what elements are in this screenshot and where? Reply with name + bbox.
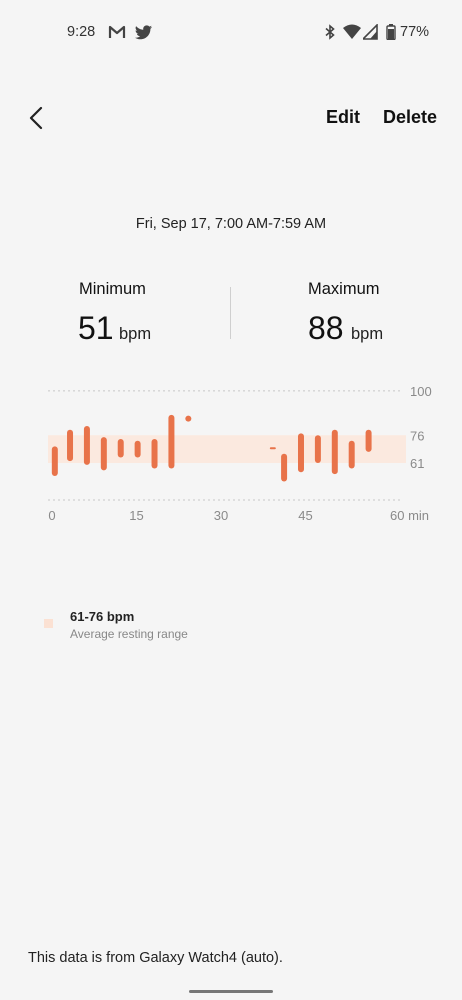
heart-rate-bar bbox=[281, 453, 288, 482]
heart-rate-bar bbox=[83, 426, 90, 465]
heart-rate-bar bbox=[314, 435, 321, 463]
heart-rate-bar bbox=[51, 446, 58, 476]
heart-rate-bar bbox=[67, 429, 74, 462]
x-tick-label: 15 bbox=[129, 508, 143, 523]
home-indicator[interactable] bbox=[189, 990, 273, 993]
minimum-label: Minimum bbox=[79, 280, 146, 298]
heart-rate-bar bbox=[331, 429, 338, 475]
heart-rate-bar bbox=[151, 438, 158, 469]
x-tick-label: 0 bbox=[48, 508, 55, 523]
signal-icon bbox=[363, 24, 378, 40]
heart-rate-bar bbox=[134, 440, 141, 458]
x-tick-label: 30 bbox=[214, 508, 228, 523]
top-bar: Edit Delete bbox=[0, 96, 462, 140]
maximum-unit: bpm bbox=[351, 325, 384, 343]
bluetooth-icon bbox=[325, 24, 335, 40]
heart-rate-mark bbox=[269, 447, 276, 450]
heart-rate-bar bbox=[100, 437, 107, 471]
resting-range-swatch bbox=[44, 619, 53, 628]
edit-button[interactable]: Edit bbox=[326, 107, 360, 128]
stat-divider bbox=[230, 287, 231, 339]
maximum-value: 88 bbox=[308, 310, 344, 346]
delete-button[interactable]: Delete bbox=[383, 107, 437, 128]
status-time: 9:28 bbox=[67, 24, 96, 40]
y-tick-label: 76 bbox=[410, 428, 424, 443]
twitter-icon bbox=[135, 25, 152, 40]
heart-rate-bar bbox=[348, 440, 355, 469]
battery-percent: 77% bbox=[400, 24, 430, 40]
minimum-value: 51 bbox=[78, 310, 114, 346]
data-source-note: This data is from Galaxy Watch4 (auto). bbox=[28, 950, 283, 966]
maximum-label: Maximum bbox=[308, 280, 380, 298]
date-range: Fri, Sep 17, 7:00 AM-7:59 AM bbox=[135, 216, 327, 232]
minimum-unit: bpm bbox=[119, 325, 152, 343]
resting-range-sublabel: Average resting range bbox=[70, 627, 188, 641]
heart-rate-bar bbox=[297, 433, 304, 473]
gmail-icon bbox=[108, 25, 126, 38]
heart-rate-bar bbox=[365, 429, 372, 452]
heart-rate-chart: 100 76 61 0 15 30 45 60 min bbox=[48, 384, 432, 523]
status-bar: 9:28 77% bbox=[0, 0, 462, 64]
wifi-icon bbox=[343, 24, 361, 39]
heart-rate-bar bbox=[168, 414, 175, 469]
y-tick-label: 61 bbox=[410, 456, 424, 471]
resting-range-label: 61-76 bpm bbox=[70, 609, 135, 624]
battery-icon bbox=[386, 24, 396, 40]
x-tick-label: 60 min bbox=[390, 508, 429, 523]
back-arrow-icon[interactable] bbox=[22, 102, 52, 134]
x-tick-label: 45 bbox=[298, 508, 312, 523]
heart-rate-mark bbox=[185, 415, 192, 422]
heart-rate-bar bbox=[117, 438, 124, 458]
y-tick-label: 100 bbox=[410, 384, 432, 399]
